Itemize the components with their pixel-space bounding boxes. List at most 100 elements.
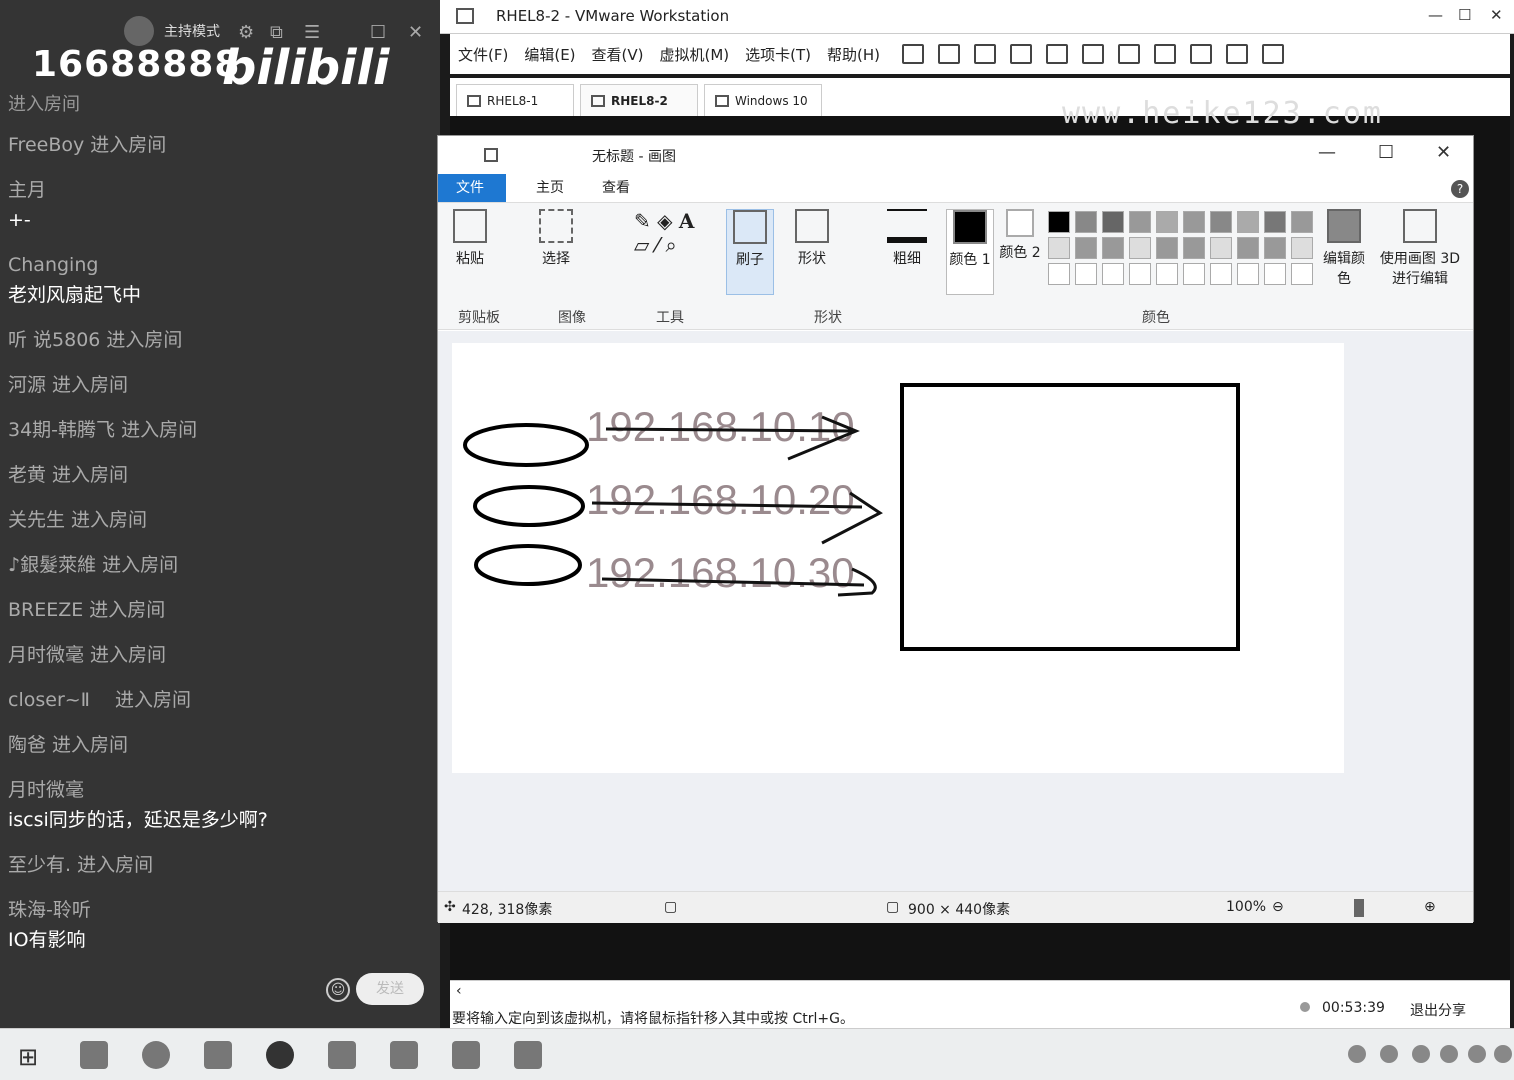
zoom-out-icon[interactable]: ⊖ (1272, 899, 1284, 915)
color-swatch[interactable] (1183, 237, 1205, 259)
color-swatch[interactable] (1210, 211, 1232, 233)
color-swatch[interactable] (1291, 263, 1313, 285)
obs-icon[interactable] (266, 1041, 294, 1069)
color-swatch[interactable] (1075, 263, 1097, 285)
tab-home[interactable]: 主页 (518, 174, 582, 202)
horizontal-scrollbar[interactable]: ‹ (450, 980, 1510, 1002)
screen-icon[interactable] (328, 1041, 356, 1069)
color-swatch[interactable] (1075, 237, 1097, 259)
close-icon[interactable]: ✕ (1436, 142, 1451, 163)
drawing-canvas[interactable]: 192.168.10.10 192.168.10.20 192.168.10.3… (452, 343, 1344, 773)
menu-item[interactable]: 编辑(E) (516, 44, 583, 65)
color-swatch[interactable] (1210, 237, 1232, 259)
shapes-button[interactable]: 形状 (790, 209, 834, 269)
edit-colors-button[interactable]: 编辑颜色 (1322, 209, 1366, 289)
app-icon[interactable] (390, 1041, 418, 1069)
paint3d-button[interactable]: 使用画图 3D 进行编辑 (1378, 209, 1462, 289)
color1-button[interactable]: 颜色 1 (946, 209, 994, 295)
color-swatch[interactable] (1129, 211, 1151, 233)
color-swatch[interactable] (1264, 211, 1286, 233)
restore-icon[interactable] (1010, 44, 1033, 64)
scroll-left-icon[interactable]: ‹ (456, 983, 462, 999)
color-swatch[interactable] (1237, 263, 1259, 285)
qq-icon[interactable] (1468, 1045, 1486, 1063)
zoom-slider[interactable] (1354, 899, 1364, 917)
color-swatch[interactable] (1264, 263, 1286, 285)
color-swatch[interactable] (1237, 211, 1259, 233)
color-swatch[interactable] (1075, 211, 1097, 233)
pause-icon[interactable] (902, 44, 925, 64)
windows-start-icon[interactable]: ⊞ (18, 1043, 38, 1071)
host-mode[interactable]: 主持模式 (124, 16, 220, 46)
tab-file[interactable]: 文件 (438, 174, 506, 202)
console-icon[interactable] (1226, 44, 1249, 64)
text-icon[interactable]: A (679, 209, 695, 233)
color-swatch[interactable] (1102, 211, 1124, 233)
tab-view[interactable]: 查看 (584, 174, 648, 202)
color-swatch[interactable] (1156, 237, 1178, 259)
vm-tab[interactable]: RHEL8-1 (456, 84, 574, 116)
menu-item[interactable]: 虚拟机(M) (652, 44, 738, 65)
color-swatch[interactable] (1048, 211, 1070, 233)
layout-icon[interactable] (1082, 44, 1105, 64)
color-swatch[interactable] (1291, 211, 1313, 233)
file-explorer-icon[interactable] (80, 1041, 108, 1069)
color-swatch[interactable] (1210, 263, 1232, 285)
help-icon[interactable]: ? (1451, 180, 1469, 198)
zoom-in-icon[interactable]: ⊕ (1424, 899, 1436, 915)
color-swatch[interactable] (1156, 263, 1178, 285)
minimize-icon[interactable]: — (1428, 6, 1443, 24)
color-swatch[interactable] (1183, 263, 1205, 285)
maximize-icon[interactable]: ☐ (1458, 6, 1471, 24)
snapshot-manager-icon[interactable] (1046, 44, 1069, 64)
layout-icon[interactable] (1118, 44, 1141, 64)
stretch-icon[interactable] (1262, 44, 1285, 64)
color-swatch[interactable] (1291, 237, 1313, 259)
qq-icon[interactable] (1440, 1045, 1458, 1063)
color-swatch[interactable] (1264, 237, 1286, 259)
pencil-icon[interactable]: ✎ (634, 209, 651, 233)
tool-icon[interactable] (514, 1041, 542, 1069)
fill-icon[interactable]: ◈ (657, 209, 672, 233)
color-swatch[interactable] (1129, 237, 1151, 259)
select-button[interactable]: 选择 (534, 209, 578, 269)
unity-icon[interactable] (1190, 44, 1213, 64)
paste-button[interactable]: 粘贴 (450, 209, 490, 269)
eraser-icon[interactable]: ▱ (634, 233, 649, 257)
microphone-icon[interactable] (1348, 1045, 1366, 1063)
paint-taskbar-icon[interactable] (452, 1041, 480, 1069)
browser-icon[interactable] (142, 1041, 170, 1069)
tray-icon[interactable] (1412, 1045, 1430, 1063)
brush-button[interactable]: 刷子 (726, 209, 774, 295)
color-picker-icon[interactable]: ⁄ (656, 233, 659, 257)
color2-button[interactable]: 颜色 2 (998, 209, 1042, 263)
save-icon[interactable] (484, 148, 498, 162)
snapshot-icon[interactable] (974, 44, 997, 64)
menu-item[interactable]: 选项卡(T) (737, 44, 819, 65)
menu-item[interactable]: 文件(F) (450, 44, 516, 65)
vm-tab[interactable]: Windows 10 (704, 84, 822, 116)
color-swatch[interactable] (1183, 211, 1205, 233)
menu-item[interactable]: 帮助(H) (819, 44, 888, 65)
maximize-icon[interactable]: ☐ (1378, 142, 1394, 163)
menu-item[interactable]: 查看(V) (584, 44, 652, 65)
vmware-taskbar-icon[interactable] (204, 1041, 232, 1069)
color-swatch[interactable] (1048, 263, 1070, 285)
color-swatch[interactable] (1102, 263, 1124, 285)
tray-icon[interactable] (1380, 1045, 1398, 1063)
magnifier-icon[interactable]: ⌕ (665, 233, 676, 257)
color-swatch[interactable] (1048, 237, 1070, 259)
fullscreen-icon[interactable] (1154, 44, 1177, 64)
color-swatch[interactable] (1129, 263, 1151, 285)
size-button[interactable]: 粗细 (884, 209, 930, 269)
send-keys-icon[interactable] (938, 44, 961, 64)
color-swatch[interactable] (1156, 211, 1178, 233)
exit-share-button[interactable]: 退出分享 (1410, 1000, 1466, 1020)
color-swatch[interactable] (1102, 237, 1124, 259)
close-icon[interactable]: ✕ (1490, 6, 1503, 24)
close-icon[interactable]: ✕ (408, 22, 423, 43)
color-swatch[interactable] (1237, 237, 1259, 259)
minimize-icon[interactable]: — (1318, 142, 1336, 163)
emoji-icon[interactable]: ☺ (326, 978, 350, 1002)
send-button[interactable]: 发送 (356, 973, 424, 1005)
